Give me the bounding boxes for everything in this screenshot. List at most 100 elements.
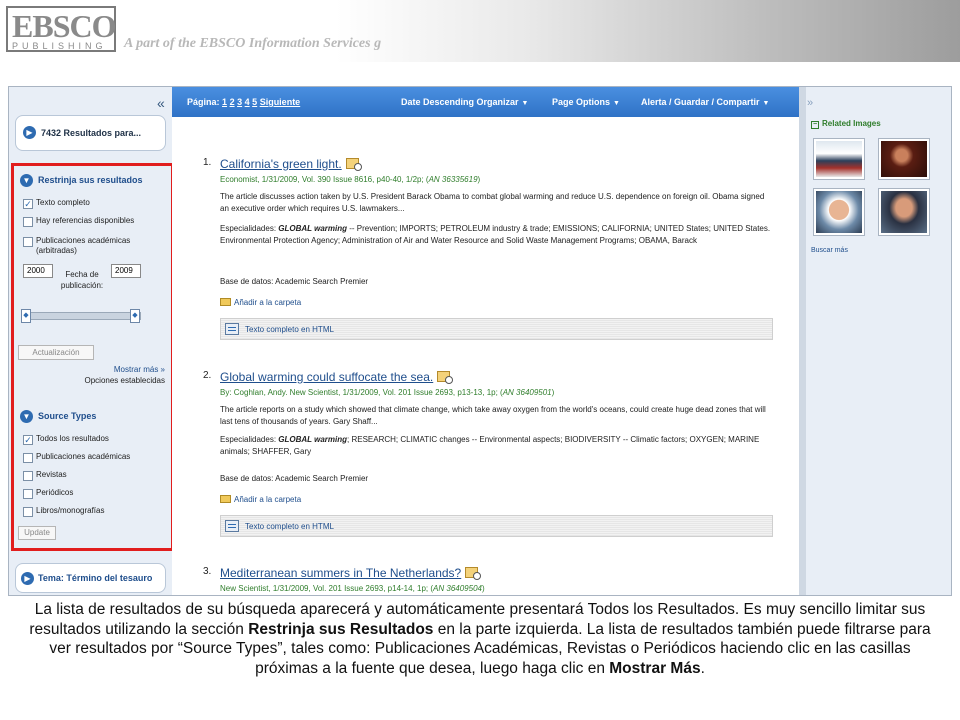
result-title: Global warming could suffocate the sea. bbox=[220, 370, 434, 384]
update-button[interactable]: Actualización bbox=[18, 345, 94, 360]
sort-dropdown[interactable]: Date Descending Organizar ▼ bbox=[401, 97, 528, 107]
source-newspapers[interactable]: Periódicos bbox=[23, 488, 73, 499]
page-link-1[interactable]: 1 bbox=[222, 97, 227, 107]
subjects-bold: GLOBAL warming bbox=[278, 435, 348, 444]
page-link-5[interactable]: 5 bbox=[252, 97, 257, 107]
folder-label: Añadir a la carpeta bbox=[234, 495, 302, 504]
chevron-down-icon[interactable]: ▼ bbox=[20, 410, 33, 423]
result-source: Economist, 1/31/2009, Vol. 390 Issue 861… bbox=[220, 175, 481, 184]
show-more-link[interactable]: Mostrar más » bbox=[114, 365, 165, 374]
caption-text: . bbox=[700, 659, 705, 677]
slide: EBSCO PUBLISHING A part of the EBSCO Inf… bbox=[0, 0, 960, 720]
next-page-link[interactable]: Siguiente bbox=[260, 97, 301, 107]
share-dropdown[interactable]: Alerta / Guardar / Compartir ▼ bbox=[641, 97, 769, 107]
filter-full-text[interactable]: ✓ Texto completo bbox=[23, 198, 90, 209]
result-source: By: Coghlan, Andy. New Scientist, 1/31/2… bbox=[220, 388, 555, 397]
source-label: Revistas bbox=[36, 470, 67, 479]
related-image-thumb-4[interactable] bbox=[879, 189, 929, 235]
refine-results-highlight: ▼ Restrinja sus resultados ✓ Texto compl… bbox=[11, 163, 174, 551]
thesaurus-box[interactable]: ▶ Tema: Término del tesauro bbox=[15, 563, 166, 593]
add-to-folder-link[interactable]: Añadir a la carpeta bbox=[220, 298, 301, 307]
page-link-2[interactable]: 2 bbox=[230, 97, 235, 107]
find-more-link[interactable]: Buscar más bbox=[811, 247, 848, 254]
add-to-folder-link[interactable]: Añadir a la carpeta bbox=[220, 495, 301, 504]
ebsco-logo: EBSCO PUBLISHING bbox=[6, 6, 116, 52]
year-to-input[interactable]: 2009 bbox=[111, 264, 141, 278]
folder-icon bbox=[220, 298, 231, 306]
logo-main-text: EBSCO bbox=[12, 8, 116, 44]
related-image-thumb-3[interactable] bbox=[814, 189, 864, 235]
page-link-3[interactable]: 3 bbox=[237, 97, 242, 107]
source-books[interactable]: Libros/monografías bbox=[23, 506, 104, 517]
full-text-html-link[interactable]: Texto completo en HTML bbox=[220, 318, 773, 340]
results-toolbar: Página: 1 2 3 4 5 Siguiente Date Descend… bbox=[172, 87, 799, 117]
filter-references[interactable]: Hay referencias disponibles bbox=[23, 216, 134, 227]
checkbox[interactable] bbox=[23, 237, 33, 247]
document-preview-icon[interactable] bbox=[465, 567, 482, 580]
filter-label: Texto completo bbox=[36, 198, 90, 207]
result-number: 1. bbox=[203, 157, 212, 168]
set-options-text[interactable]: Opciones establecidas bbox=[85, 376, 166, 385]
source-magazines[interactable]: Revistas bbox=[23, 470, 67, 481]
result-title-link[interactable]: Mediterranean summers in The Netherlands… bbox=[220, 566, 482, 580]
source-update-button[interactable]: Update bbox=[18, 526, 56, 540]
slider-left-handle[interactable]: ◆ bbox=[21, 309, 31, 323]
chevron-down-icon[interactable]: ▼ bbox=[20, 174, 33, 187]
banner-tagline: A part of the EBSCO Information Services… bbox=[124, 36, 382, 51]
html-document-icon bbox=[225, 520, 239, 532]
page-label: Página: bbox=[187, 97, 220, 107]
page-link-4[interactable]: 4 bbox=[245, 97, 250, 107]
arrow-right-icon: ▶ bbox=[23, 126, 36, 139]
result-title-link[interactable]: Global warming could suffocate the sea. bbox=[220, 370, 454, 384]
thesaurus-heading: Tema: Término del tesauro bbox=[38, 573, 153, 583]
ebsco-screenshot: « ▶ 7432 Resultados para... ▼ Restrinja … bbox=[8, 86, 952, 596]
arrow-right-icon: ▶ bbox=[21, 572, 34, 585]
related-image-thumb-1[interactable] bbox=[814, 139, 864, 179]
result-title: California's green light. bbox=[220, 157, 342, 171]
checkbox[interactable] bbox=[23, 507, 33, 517]
full-text-html-link[interactable]: Texto completo en HTML bbox=[220, 515, 773, 537]
left-sidebar: « ▶ 7432 Resultados para... ▼ Restrinja … bbox=[9, 87, 174, 595]
year-from-input[interactable]: 2000 bbox=[23, 264, 53, 278]
result-subjects: Especialidades: GLOBAL warming -- Preven… bbox=[220, 223, 775, 247]
accession-number: AN 36409504 bbox=[433, 584, 482, 593]
source-academic[interactable]: Publicaciones académicas bbox=[23, 452, 130, 463]
checkbox[interactable] bbox=[23, 453, 33, 463]
result-title-link[interactable]: California's green light. bbox=[220, 157, 362, 171]
chevron-down-icon: ▼ bbox=[762, 100, 770, 107]
source-label: Periódicos bbox=[36, 488, 74, 497]
result-number: 2. bbox=[203, 370, 212, 381]
date-label: Fecha de publicación: bbox=[60, 270, 104, 290]
result-title: Mediterranean summers in The Netherlands… bbox=[220, 566, 462, 580]
banner: EBSCO PUBLISHING A part of the EBSCO Inf… bbox=[0, 0, 960, 62]
page-options-dropdown[interactable]: Page Options ▼ bbox=[552, 97, 620, 107]
filter-peer-reviewed[interactable]: Publicaciones académicas (arbitradas) bbox=[23, 236, 143, 256]
document-preview-icon[interactable] bbox=[437, 371, 454, 384]
expand-rail-button[interactable]: » bbox=[807, 97, 813, 109]
result-abstract: The article discusses action taken by U.… bbox=[220, 192, 765, 213]
date-slider-track[interactable] bbox=[23, 312, 141, 320]
related-image-thumb-2[interactable] bbox=[879, 139, 929, 179]
checkbox-checked[interactable]: ✓ bbox=[23, 435, 33, 445]
checkbox[interactable] bbox=[23, 489, 33, 499]
checkbox[interactable] bbox=[23, 471, 33, 481]
source-label: Libros/monografías bbox=[36, 506, 105, 515]
checkbox-checked[interactable]: ✓ bbox=[23, 199, 33, 209]
logo-sub-text: PUBLISHING bbox=[12, 41, 107, 51]
source-text: By: Coghlan, Andy. New Scientist, 1/31/2… bbox=[220, 388, 503, 397]
collapse-sidebar-button[interactable]: « bbox=[157, 95, 165, 111]
related-images-heading[interactable]: − Related Images bbox=[811, 119, 881, 129]
folder-label: Añadir a la carpeta bbox=[234, 298, 302, 307]
slider-right-handle[interactable]: ◆ bbox=[130, 309, 140, 323]
result-abstract: The article reports on a study which sho… bbox=[220, 405, 766, 426]
document-preview-icon[interactable] bbox=[345, 158, 362, 171]
accession-number: AN 36335619 bbox=[428, 175, 478, 184]
rail-divider bbox=[799, 87, 806, 595]
filter-label: Hay referencias disponibles bbox=[36, 216, 135, 225]
pagination: Página: 1 2 3 4 5 Siguiente bbox=[187, 97, 300, 107]
checkbox[interactable] bbox=[23, 217, 33, 227]
source-types-heading: Source Types bbox=[38, 411, 97, 421]
source-all[interactable]: ✓ Todos los resultados bbox=[23, 434, 109, 445]
collapse-icon: − bbox=[811, 121, 819, 129]
results-count-box[interactable]: ▶ 7432 Resultados para... bbox=[15, 115, 166, 151]
